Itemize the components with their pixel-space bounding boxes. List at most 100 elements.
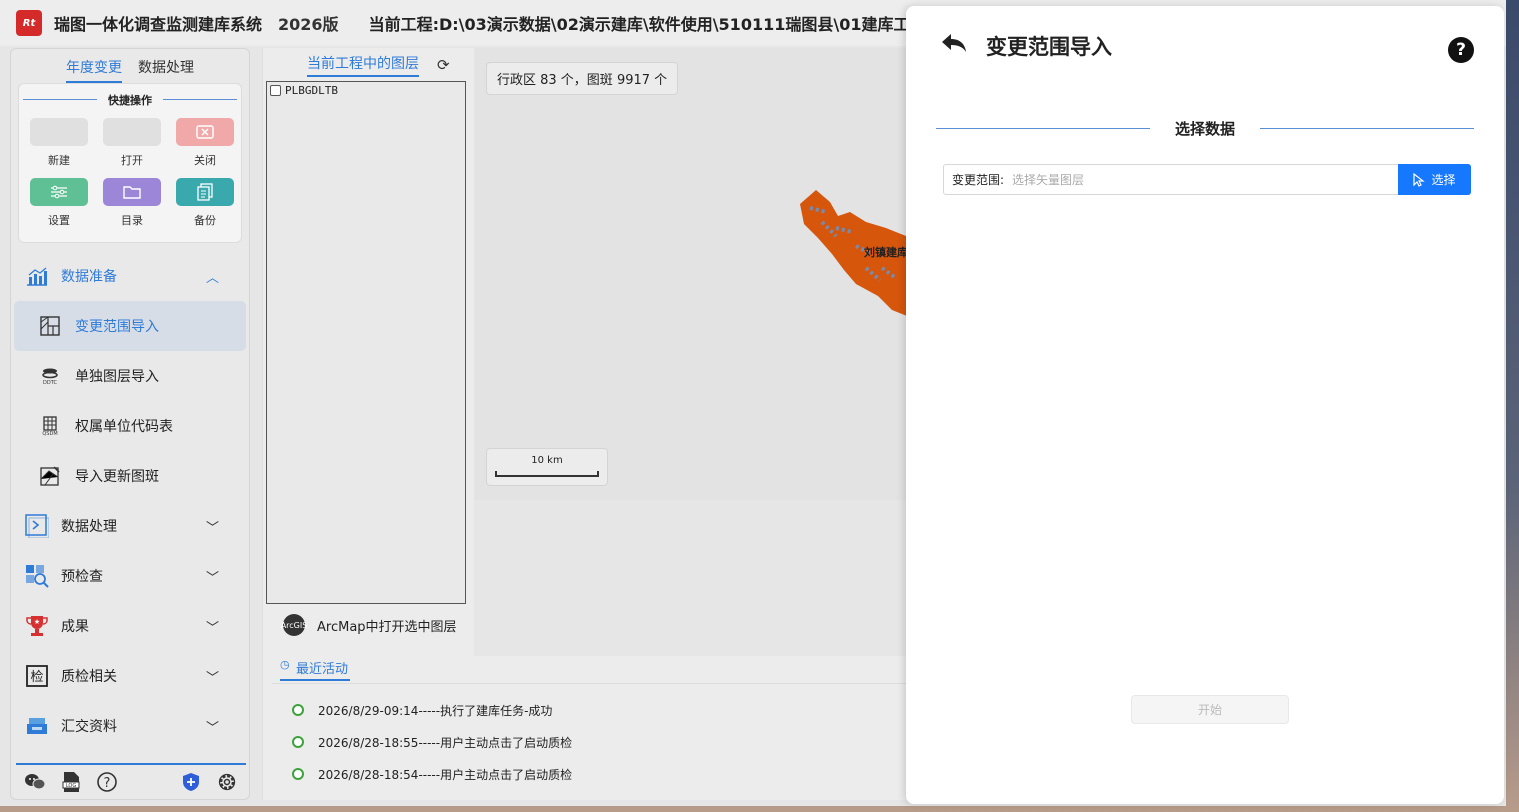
quick-close[interactable]: 关闭 [175,118,235,168]
close-icon[interactable] [176,118,234,146]
section-data-prep-label: 数据准备 [61,269,117,285]
shield-icon[interactable] [180,771,202,793]
open-icon[interactable] [103,118,161,146]
section-data-processing[interactable]: 数据处理 ﹀ [11,501,249,551]
chevron-down-icon: ﹀ [205,620,219,636]
quick-settings-label: 设置 [48,214,70,227]
help-icon[interactable]: ? [1448,37,1474,63]
quick-settings[interactable]: 设置 [29,178,89,228]
sidebar-item-label: 导入更新图斑 [75,469,159,485]
quick-folder[interactable]: 目录 [102,178,162,228]
chevron-down-icon: ﹀ [205,570,219,586]
sidebar-item-label: 单独图层导入 [75,369,159,385]
section-label: 预检查 [61,569,103,585]
chevron-down-icon: ﹀ [205,670,219,686]
chevron-up-icon: ︿ [205,270,219,286]
grid-layout-icon [39,315,61,337]
layer-list: PLBGDLTB [266,81,466,604]
quick-open-label: 打开 [121,154,143,167]
refresh-icon[interactable]: ⟳ [437,56,450,74]
status-dot-icon [292,736,304,748]
change-range-field: 变更范围: 选择 [943,164,1471,195]
section-heading: 选择数据 [936,118,1474,138]
list-item: 2026/8/28-18:55-----用户主动点击了启动质检 [292,726,912,758]
layer-item[interactable]: PLBGDLTB [270,84,462,97]
section-precheck[interactable]: 预检查 ﹀ [11,551,249,601]
section-label: 质检相关 [61,669,117,685]
quick-actions-panel: 快捷操作 新建 打开 关闭 设置 目录 备份 [18,83,242,243]
submit-tray-icon [25,714,49,738]
open-in-arcmap-label: ArcMap中打开选中图层 [317,619,457,635]
quick-backup[interactable]: 备份 [175,178,235,228]
layers-panel-title[interactable]: 当前工程中的图层 [307,53,419,77]
start-button[interactable]: 开始 [1131,695,1289,724]
svg-text:★: ★ [34,618,40,626]
section-label: 成果 [61,619,89,635]
quick-new-label: 新建 [48,154,70,167]
backup-icon[interactable] [176,178,234,206]
folder-icon[interactable] [103,178,161,206]
sidebar-item-ownership-code-table[interactable]: QSDM 权属单位代码表 [11,401,249,451]
select-button-label: 选择 [1431,173,1456,187]
activity-text: 2026/8/29-09:14-----执行了建库任务-成功 [318,703,553,718]
svg-text:LOG: LOG [66,783,77,789]
map-stats-badge: 行政区 83 个，图斑 9917 个 [486,62,679,95]
sidebar-item-single-layer-import[interactable]: DDTC 单独图层导入 [11,351,249,401]
section-label: 数据处理 [61,519,117,535]
list-item: 2026/8/29-09:14-----执行了建库任务-成功 [292,694,912,726]
parcel-import-icon [39,465,61,487]
scale-bar-line [495,471,599,477]
quick-close-label: 关闭 [194,154,216,167]
section-quality-check[interactable]: 检 质检相关 ﹀ [11,651,249,701]
cursor-pointer-icon [1413,172,1426,187]
activity-text: 2026/8/28-18:54-----用户主动点击了启动质检 [318,767,573,782]
change-range-input[interactable] [1004,172,1398,187]
new-icon[interactable] [30,118,88,146]
sidebar-tabs: 年度变更 数据处理 [11,49,249,83]
app-logo: Rt [16,10,42,36]
layer-checkbox[interactable] [270,85,281,96]
recent-activity-tab[interactable]: 最近活动 [280,658,351,681]
back-arrow-icon[interactable] [940,31,970,61]
process-icon [25,514,49,538]
list-item: 2026/8/28-18:54-----用户主动点击了启动质检 [292,758,912,790]
chevron-down-icon: ﹀ [205,520,219,536]
svg-text:?: ? [104,776,111,791]
tab-annual-change[interactable]: 年度变更 [66,57,122,83]
section-results[interactable]: ★ 成果 ﹀ [11,601,249,651]
sidebar-menu: 数据准备 ︿ 变更范围导入 DDTC 单独图层导入 QSDM 权属单位代码表 导… [11,251,249,751]
section-data-prep[interactable]: 数据准备 ︿ [11,251,249,301]
sidebar-item-import-update-parcels[interactable]: 导入更新图斑 [11,451,249,501]
trophy-icon: ★ [25,614,49,638]
change-range-import-dialog: 变更范围导入 ? 选择数据 变更范围: 选择 开始 [906,6,1504,804]
status-dot-icon [292,768,304,780]
section-submit-materials[interactable]: 汇交资料 ﹀ [11,701,249,751]
activity-text: 2026/8/28-18:55-----用户主动点击了启动质检 [318,735,573,750]
quick-new[interactable]: 新建 [29,118,89,168]
log-file-icon[interactable]: LOG [60,771,82,793]
tab-data-processing[interactable]: 数据处理 [138,57,194,83]
app-version: 2026版 [278,15,339,34]
table-icon: QSDM [39,415,61,437]
gear-icon[interactable] [216,771,238,793]
inspect-icon: 检 [25,664,49,688]
sidebar-bottom-bar: LOG ? [16,763,246,799]
quick-actions-title: 快捷操作 [19,92,241,108]
scale-bar: 10 km [486,448,608,486]
help-circle-icon[interactable]: ? [96,771,118,793]
section-label: 汇交资料 [61,719,117,735]
wechat-icon[interactable] [24,771,46,793]
select-button[interactable]: 选择 [1398,164,1471,195]
settings-icon[interactable] [30,178,88,206]
recent-activity-panel: 最近活动 2026/8/29-09:14-----执行了建库任务-成功 2026… [272,656,912,800]
map-area-label: 刘镇建库 [864,246,908,259]
bar-chart-icon [25,264,49,288]
layers-icon: DDTC [39,365,61,387]
layer-name: PLBGDLTB [285,84,338,97]
precheck-icon [25,564,49,588]
map-view[interactable]: 行政区 83 个，图斑 9917 个 刘镇建库 10 km [474,48,914,500]
open-in-arcmap[interactable]: ArcGIS ArcMap中打开选中图层 [281,614,457,636]
svg-text:检: 检 [30,670,43,685]
quick-open[interactable]: 打开 [102,118,162,168]
sidebar-item-change-range-import[interactable]: 变更范围导入 [14,301,246,351]
